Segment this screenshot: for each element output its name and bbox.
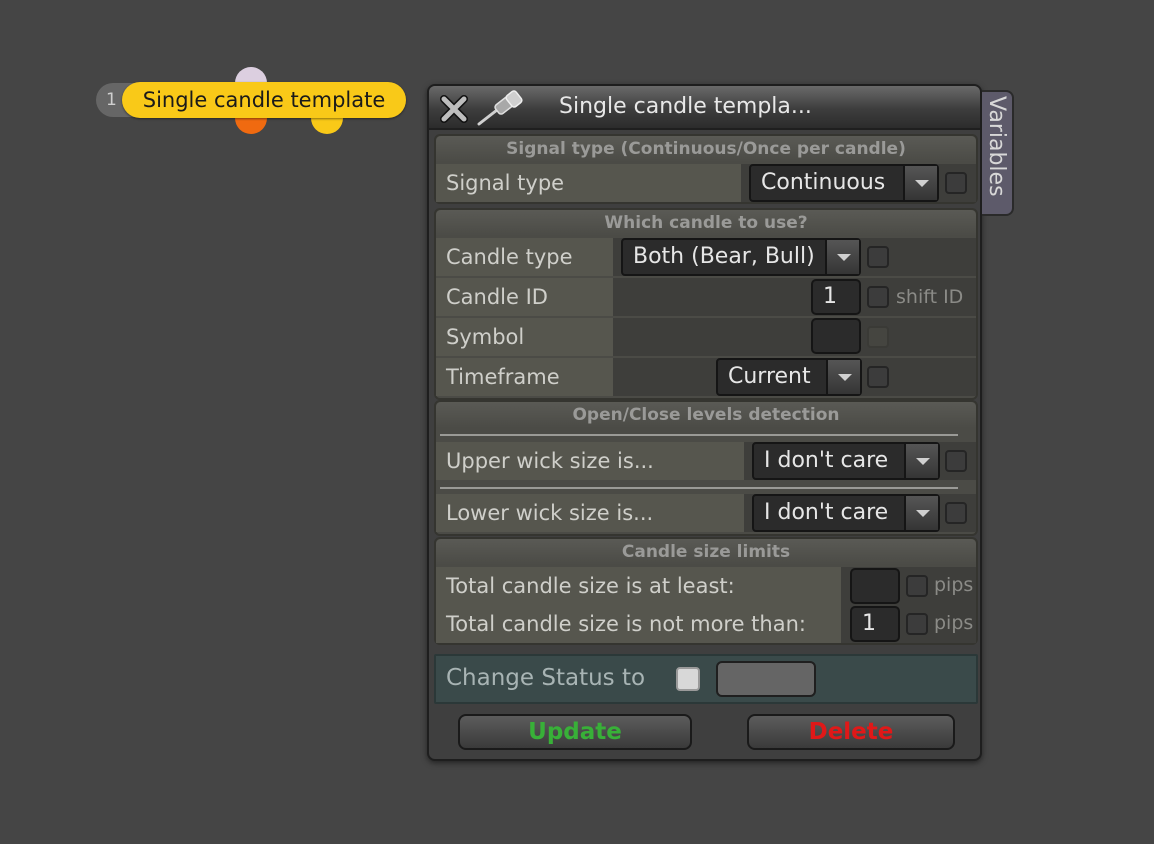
candle-section: Which candle to use? Candle type Both (B… — [434, 208, 978, 400]
section-header: Signal type (Continuous/Once per candle) — [436, 136, 976, 162]
candle-id-row: Candle ID 1 shift ID — [436, 278, 976, 316]
dialog-title: Single candle templa... — [559, 94, 812, 119]
lower-wick-label: Lower wick size is... — [436, 494, 744, 532]
signal-type-dropdown[interactable]: Continuous — [749, 164, 939, 202]
min-size-checkbox[interactable] — [906, 575, 928, 597]
upper-wick-dropdown[interactable]: I don't care — [752, 442, 940, 480]
lower-wick-dropdown[interactable]: I don't care — [752, 494, 940, 532]
upper-wick-checkbox[interactable] — [945, 450, 967, 472]
chevron-down-icon[interactable] — [825, 240, 859, 274]
candle-id-label: Candle ID — [436, 278, 613, 316]
min-size-unit: pips — [934, 574, 974, 596]
candle-type-dropdown[interactable]: Both (Bear, Bull) — [621, 238, 861, 276]
symbol-label: Symbol — [436, 318, 613, 356]
candle-id-input[interactable]: 1 — [811, 279, 861, 315]
update-button[interactable]: Update — [458, 714, 692, 750]
shift-id-label: shift ID — [896, 286, 964, 308]
node-block[interactable]: 1 Single candle template — [96, 67, 406, 134]
min-size-input[interactable] — [850, 568, 900, 604]
candle-type-row: Candle type Both (Bear, Bull) — [436, 238, 976, 276]
variables-tab[interactable]: Variables — [982, 90, 1014, 216]
levels-section: Open/Close levels detection Upper wick s… — [434, 400, 978, 536]
variables-tab-label: Variables — [984, 96, 1009, 197]
divider — [440, 487, 958, 489]
change-status-label: Change Status to — [446, 665, 646, 691]
lower-wick-value: I don't care — [764, 500, 889, 525]
max-size-input[interactable]: 1 — [850, 606, 900, 642]
timeframe-checkbox[interactable] — [867, 366, 889, 388]
symbol-checkbox — [867, 326, 889, 348]
chevron-down-icon[interactable] — [903, 166, 937, 200]
change-status-row: Change Status to — [434, 654, 978, 704]
section-header: Open/Close levels detection — [436, 402, 976, 428]
close-icon[interactable] — [439, 95, 469, 123]
change-status-checkbox[interactable] — [676, 667, 700, 691]
symbol-row: Symbol — [436, 318, 976, 356]
signal-type-value: Continuous — [761, 170, 886, 195]
timeframe-value: Current — [728, 364, 811, 389]
min-size-label: Total candle size is at least: — [436, 567, 841, 605]
section-header: Which candle to use? — [436, 210, 976, 236]
dialog-titlebar[interactable]: Single candle templa... — [429, 86, 980, 130]
lower-wick-row: Lower wick size is... I don't care — [436, 494, 976, 532]
node-label[interactable]: Single candle template — [122, 82, 406, 118]
max-size-row: Total candle size is not more than: 1 pi… — [436, 605, 976, 643]
candle-type-checkbox[interactable] — [867, 246, 889, 268]
signal-type-section: Signal type (Continuous/Once per candle)… — [434, 134, 978, 204]
change-status-input[interactable] — [716, 661, 816, 697]
pin-icon[interactable] — [475, 90, 525, 128]
upper-wick-label: Upper wick size is... — [436, 442, 744, 480]
timeframe-dropdown[interactable]: Current — [716, 358, 862, 396]
upper-wick-value: I don't care — [764, 448, 889, 473]
candle-type-value: Both (Bear, Bull) — [633, 244, 815, 269]
max-size-unit: pips — [934, 612, 974, 634]
max-size-label: Total candle size is not more than: — [436, 605, 841, 643]
chevron-down-icon[interactable] — [904, 496, 938, 530]
chevron-down-icon[interactable] — [826, 360, 860, 394]
candle-id-checkbox[interactable] — [867, 286, 889, 308]
divider — [440, 434, 958, 436]
min-size-row: Total candle size is at least: pips — [436, 567, 976, 605]
signal-type-label: Signal type — [436, 164, 741, 202]
lower-wick-checkbox[interactable] — [945, 502, 967, 524]
max-size-checkbox[interactable] — [906, 613, 928, 635]
timeframe-row: Timeframe Current — [436, 358, 976, 396]
symbol-input[interactable] — [811, 318, 861, 354]
upper-wick-row: Upper wick size is... I don't care — [436, 442, 976, 480]
candle-type-label: Candle type — [436, 238, 613, 276]
delete-button[interactable]: Delete — [747, 714, 955, 750]
size-limits-section: Candle size limits Total candle size is … — [434, 537, 978, 645]
block-properties-dialog: Single candle templa... Variables Signal… — [427, 84, 1014, 761]
signal-type-row: Signal type Continuous — [436, 164, 976, 202]
section-header: Candle size limits — [436, 539, 976, 565]
signal-type-checkbox[interactable] — [945, 172, 967, 194]
chevron-down-icon[interactable] — [904, 444, 938, 478]
timeframe-label: Timeframe — [436, 358, 613, 396]
